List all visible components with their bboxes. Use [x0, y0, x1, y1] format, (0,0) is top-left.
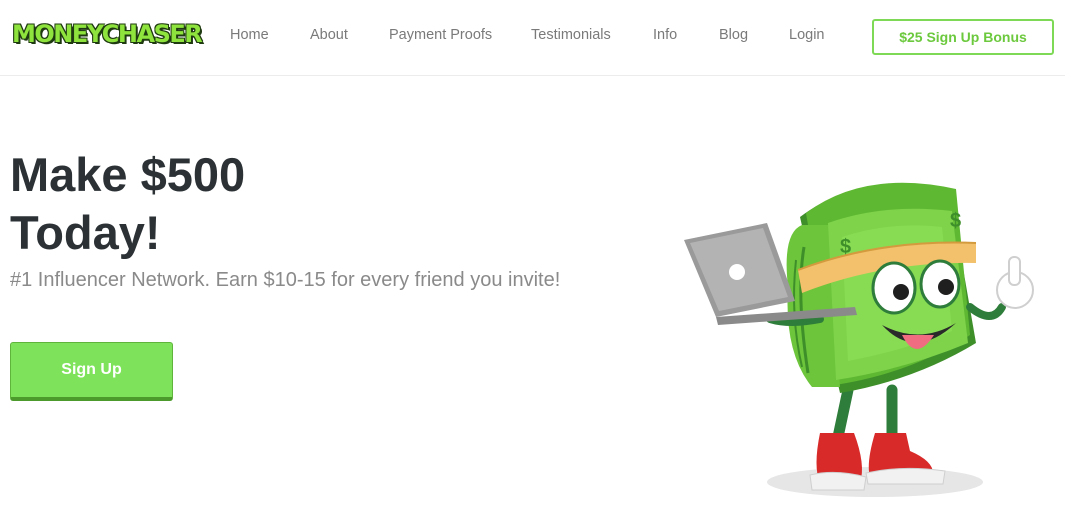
hero-subtitle: #1 Influencer Network. Earn $10-15 for e… [10, 269, 561, 291]
svg-text:$: $ [950, 210, 961, 232]
signup-bonus-button[interactable]: $25 Sign Up Bonus [872, 19, 1054, 55]
money-mascot-icon: $ $ [684, 182, 1034, 497]
main-nav: Home About Payment Proofs Testimonials I… [0, 27, 840, 47]
nav-testimonials[interactable]: Testimonials [531, 27, 611, 43]
nav-payment-proofs[interactable]: Payment Proofs [389, 27, 492, 43]
sign-up-button[interactable]: Sign Up [10, 342, 173, 401]
nav-home[interactable]: Home [230, 27, 269, 43]
nav-login[interactable]: Login [789, 27, 824, 43]
hero-title-line-2: Today! [10, 206, 161, 259]
top-navbar: MONEYCHASER Home About Payment Proofs Te… [0, 0, 1065, 76]
nav-about[interactable]: About [310, 27, 348, 43]
hero-title: Make $500 Today! [10, 146, 430, 262]
hero-title-line-1: Make $500 [10, 148, 246, 201]
nav-blog[interactable]: Blog [719, 27, 748, 43]
nav-info[interactable]: Info [653, 27, 677, 43]
